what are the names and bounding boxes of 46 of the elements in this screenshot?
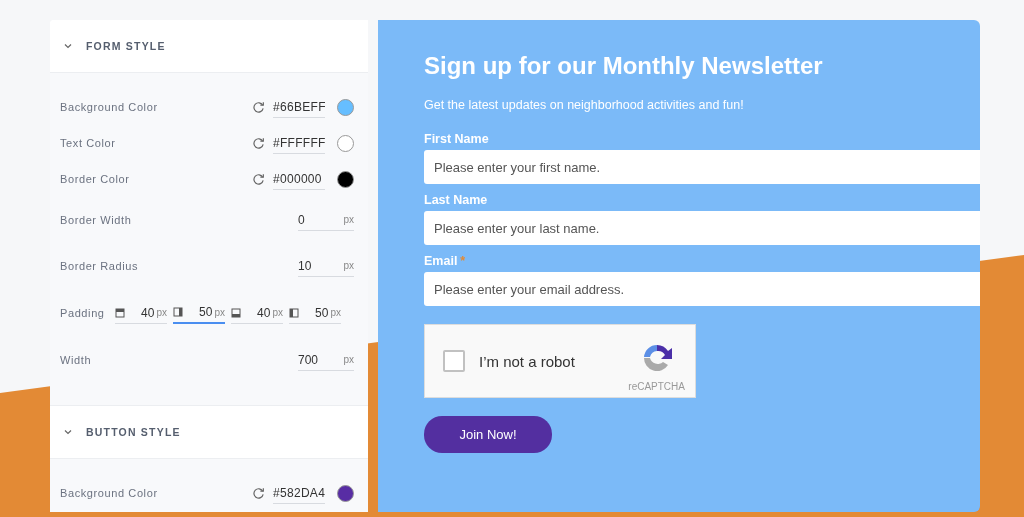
field-label: Border Radius [60, 260, 140, 272]
field-label: Padding [60, 307, 106, 319]
field-label: Border Width [60, 214, 133, 226]
color-hex-field[interactable]: #FFFFFF [273, 132, 325, 154]
padding-field[interactable]: 50 px [289, 302, 341, 324]
number-field[interactable]: 10 px [298, 255, 354, 277]
reset-icon[interactable] [252, 100, 265, 114]
color-swatch[interactable] [337, 134, 354, 152]
join-button[interactable]: Join Now! [424, 416, 552, 453]
section-title: BUTTON STYLE [86, 426, 181, 438]
form-subtitle: Get the latest updates on neighborhood activities and fun! [424, 98, 745, 112]
field-label: Border Color [60, 173, 131, 185]
reset-icon[interactable] [252, 486, 265, 500]
text-field[interactable]: Please enter your last name. [424, 211, 980, 245]
padding-field[interactable]: 40 px [115, 302, 167, 324]
padding-side-icon [173, 307, 183, 317]
field-label: Background Color [60, 487, 159, 499]
reset-icon[interactable] [252, 172, 265, 186]
padding-side-icon [115, 307, 125, 318]
field-label: Background Color [60, 101, 159, 113]
color-swatch[interactable] [337, 170, 354, 188]
field-label: Email [424, 254, 458, 268]
field-label: Width [60, 354, 93, 366]
number-field[interactable]: 0 px [298, 209, 354, 231]
captcha-brand: reCAPTCHA [628, 380, 685, 392]
field-label: Text Color [60, 137, 117, 149]
color-hex-field[interactable]: #66BEFF [273, 96, 325, 118]
color-swatch[interactable] [337, 98, 354, 116]
field-label: First Name [424, 132, 489, 146]
field-label: Last Name [424, 193, 488, 207]
padding-field[interactable]: 40 px [231, 302, 283, 324]
color-swatch[interactable] [337, 484, 354, 502]
text-field[interactable]: Please enter your first name. [424, 150, 980, 184]
section-title: FORM STYLE [86, 40, 166, 52]
number-field[interactable]: 700 px [298, 349, 354, 371]
captcha-checkbox[interactable] [443, 350, 465, 372]
form-title: Sign up for our Monthly Newsletter [424, 52, 824, 80]
color-hex-field[interactable]: #000000 [273, 168, 325, 190]
text-field[interactable]: Please enter your email address. [424, 272, 980, 306]
captcha-label: I’m not a robot [479, 352, 576, 370]
padding-side-icon [231, 307, 241, 318]
required-mark: * [460, 254, 466, 268]
reset-icon[interactable] [252, 136, 265, 150]
padding-side-icon [289, 307, 299, 318]
padding-field[interactable]: 50 px [173, 302, 225, 324]
color-hex-field[interactable]: #582DA4 [273, 482, 325, 504]
